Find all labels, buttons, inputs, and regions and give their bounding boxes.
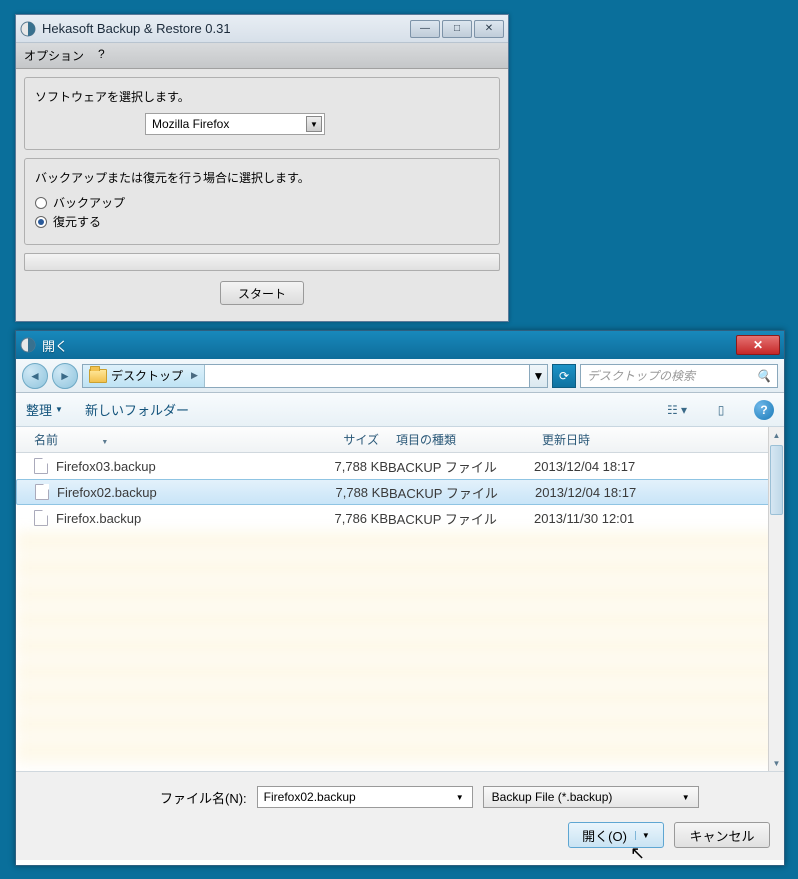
filename-label: ファイル名(N): — [160, 788, 247, 807]
app-icon — [20, 337, 36, 353]
search-input[interactable]: デスクトップの検索 🔍 — [580, 364, 778, 388]
dialog-title-bar[interactable]: 開く ✕ — [16, 331, 784, 359]
toolbar: 整理 ▼ 新しいフォルダー ☷ ▾ ▯ ? — [16, 393, 784, 427]
list-header: 名前 ▼ サイズ 項目の種類 更新日時 — [16, 427, 784, 453]
list-body: Firefox03.backup 7,788 KB BACKUP ファイル 20… — [16, 453, 784, 771]
search-icon: 🔍 — [756, 369, 771, 383]
path-segment[interactable]: デスクトップ ▶ — [83, 365, 205, 387]
app-icon — [20, 21, 36, 37]
chevron-down-icon: ▼ — [452, 789, 468, 805]
window-body: ソフトウェアを選択します。 Mozilla Firefox ▼ バックアップまた… — [16, 69, 508, 321]
column-name[interactable]: 名前 ▼ — [16, 431, 284, 448]
column-type[interactable]: 項目の種類 — [388, 431, 534, 448]
close-button[interactable]: ✕ — [474, 20, 504, 38]
menu-help[interactable]: ? — [98, 47, 105, 64]
radio-restore[interactable]: 復元する — [35, 213, 489, 230]
file-row[interactable]: Firefox03.backup 7,788 KB BACKUP ファイル 20… — [16, 453, 784, 479]
cursor-icon: ↖ — [630, 843, 645, 864]
file-row[interactable]: Firefox.backup 7,786 KB BACKUP ファイル 2013… — [16, 505, 784, 531]
software-fieldset: ソフトウェアを選択します。 Mozilla Firefox ▼ — [24, 77, 500, 150]
cancel-button[interactable]: キャンセル — [674, 822, 770, 848]
chevron-down-icon: ▼ — [55, 405, 63, 414]
scroll-up-icon[interactable]: ▲ — [769, 427, 784, 443]
organize-menu[interactable]: 整理 ▼ — [26, 400, 63, 419]
chevron-down-icon: ▼ — [306, 116, 322, 132]
start-button[interactable]: スタート — [220, 281, 304, 305]
software-selected: Mozilla Firefox — [152, 117, 229, 131]
software-select[interactable]: Mozilla Firefox ▼ — [145, 113, 325, 135]
hekasoft-window: Hekasoft Backup & Restore 0.31 — □ ✕ オプシ… — [15, 14, 509, 322]
scrollbar[interactable]: ▲ ▼ — [768, 427, 784, 771]
open-button[interactable]: 開く(O) ▼ — [568, 822, 664, 848]
nav-bar: ◄ ► デスクトップ ▶ ▼ ⟳ デスクトップの検索 🔍 — [16, 359, 784, 393]
dialog-title: 開く — [42, 336, 736, 355]
progress-bar — [24, 253, 500, 271]
file-row[interactable]: Firefox02.backup 7,788 KB BACKUP ファイル 20… — [16, 479, 784, 505]
folder-icon — [89, 369, 107, 383]
scroll-down-icon[interactable]: ▼ — [769, 755, 784, 771]
radio-icon — [35, 216, 47, 228]
filename-input[interactable]: Firefox02.backup ▼ — [257, 786, 473, 808]
operation-fieldset: バックアップまたは復元を行う場合に選択します。 バックアップ 復元する — [24, 158, 500, 245]
radio-icon — [35, 197, 47, 209]
close-button[interactable]: ✕ — [736, 335, 780, 355]
refresh-button[interactable]: ⟳ — [552, 364, 576, 388]
chevron-down-icon: ▼ — [635, 831, 650, 840]
new-folder-button[interactable]: 新しいフォルダー — [85, 400, 189, 419]
scroll-thumb[interactable] — [770, 445, 783, 515]
file-open-dialog: 開く ✕ ◄ ► デスクトップ ▶ ▼ ⟳ デスクトップの検索 🔍 整理 ▼ 新… — [15, 330, 785, 866]
chevron-right-icon: ▶ — [191, 370, 198, 381]
filter-select[interactable]: Backup File (*.backup) ▼ — [483, 786, 699, 808]
menu-bar: オプション ? — [16, 43, 508, 69]
title-bar[interactable]: Hekasoft Backup & Restore 0.31 — □ ✕ — [16, 15, 508, 43]
operation-label: バックアップまたは復元を行う場合に選択します。 — [35, 169, 489, 186]
file-icon — [34, 458, 48, 474]
dialog-bottom: ファイル名(N): Firefox02.backup ▼ Backup File… — [16, 771, 784, 860]
address-dropdown[interactable]: ▼ — [529, 365, 547, 387]
radio-backup[interactable]: バックアップ — [35, 194, 489, 211]
file-icon — [35, 484, 49, 500]
back-button[interactable]: ◄ — [22, 363, 48, 389]
preview-pane-button[interactable]: ▯ — [710, 400, 732, 420]
forward-button[interactable]: ► — [52, 363, 78, 389]
address-bar[interactable]: デスクトップ ▶ ▼ — [82, 364, 548, 388]
column-size[interactable]: サイズ — [284, 431, 388, 448]
maximize-button[interactable]: □ — [442, 20, 472, 38]
file-icon — [34, 510, 48, 526]
column-date[interactable]: 更新日時 — [534, 431, 714, 448]
help-button[interactable]: ? — [754, 400, 774, 420]
file-list: 名前 ▼ サイズ 項目の種類 更新日時 Firefox03.backup 7,7… — [16, 427, 784, 771]
sort-down-icon: ▼ — [101, 439, 108, 446]
window-title: Hekasoft Backup & Restore 0.31 — [42, 21, 408, 36]
menu-options[interactable]: オプション — [24, 47, 84, 64]
minimize-button[interactable]: — — [410, 20, 440, 38]
software-label: ソフトウェアを選択します。 — [35, 88, 489, 105]
chevron-down-icon: ▼ — [678, 789, 694, 805]
redacted-rows — [16, 531, 784, 767]
view-options-button[interactable]: ☷ ▾ — [666, 400, 688, 420]
